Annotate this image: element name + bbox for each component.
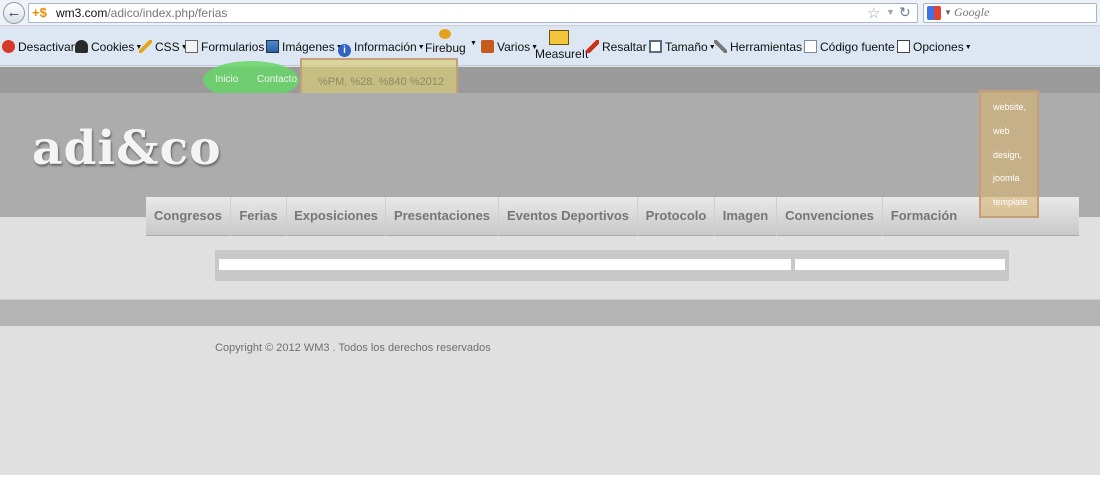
tools-icon — [714, 40, 727, 53]
site-top-bar — [0, 67, 1100, 93]
images-icon — [266, 40, 279, 53]
toolbar-resaltar[interactable]: Resaltar▼ — [586, 40, 655, 54]
tag-item: template — [993, 197, 1028, 207]
menu-item-congresos[interactable]: Congresos — [146, 197, 231, 236]
toolbar-formularios[interactable]: Formularios▼ — [185, 40, 272, 54]
toolbar-measureit[interactable]: MeasureIt — [535, 30, 588, 63]
history-dropdown-icon[interactable]: ▼ — [886, 7, 895, 17]
toolbar-tamano[interactable]: Tamaño▼ — [649, 40, 716, 54]
footer-bar — [0, 299, 1100, 326]
toolbar-imagenes[interactable]: Imágenes▼ — [266, 40, 343, 54]
css-pencil-icon — [139, 40, 152, 53]
date-text: %PM, %28. %840 %2012 — [318, 76, 444, 88]
toolbar-css[interactable]: CSS▼ — [139, 40, 188, 54]
toolbar-desactivar[interactable]: Desactivar▼ — [2, 40, 83, 54]
forms-icon — [185, 40, 198, 53]
meta-tags-annotation-box: website, web design, joomla template — [979, 90, 1039, 218]
toolbar-opciones[interactable]: Opciones▼ — [897, 40, 972, 54]
toolbar-informacion[interactable]: i Información▼ — [338, 40, 425, 57]
window-bottom-edge — [0, 475, 1100, 479]
menu-item-eventos-deportivos[interactable]: Eventos Deportivos — [499, 197, 638, 236]
toolbar-codigo-fuente[interactable]: Código fuente▼ — [804, 40, 903, 54]
tag-item: website, — [993, 102, 1027, 112]
menu-item-ferias[interactable]: Ferias — [231, 197, 287, 236]
main-menu: Congresos Ferias Exposiciones Presentaci… — [146, 197, 1079, 236]
browser-address-bar: ← +$ wm3.com/adico/index.php/ferias ☆ ▼ … — [0, 0, 1100, 26]
reload-icon[interactable]: ↻ — [899, 4, 911, 21]
site-logo[interactable]: adi&co — [32, 121, 222, 176]
sidebar-column — [795, 259, 1005, 270]
site-favicon-icon: +$ — [32, 5, 47, 20]
tag-item: joomla — [993, 173, 1020, 183]
menu-item-formacion[interactable]: Formación — [883, 197, 965, 236]
top-nav-inicio[interactable]: Inicio — [215, 74, 238, 85]
top-nav-contacto[interactable]: Contacto — [257, 74, 297, 85]
misc-icon — [481, 40, 494, 53]
url-bar[interactable]: +$ wm3.com/adico/index.php/ferias ☆ ▼ ↻ — [28, 3, 918, 23]
toolbar-cookies[interactable]: Cookies▼ — [75, 40, 142, 54]
search-input[interactable] — [954, 5, 1094, 20]
toolbar-firebug[interactable]: Firebug — [425, 29, 466, 57]
tag-item: design, — [993, 150, 1023, 160]
url-text[interactable]: wm3.com/adico/index.php/ferias — [56, 6, 227, 20]
info-icon: i — [338, 44, 351, 57]
content-area — [215, 250, 1009, 281]
search-engine-icon[interactable] — [927, 6, 941, 20]
ruler-icon — [549, 30, 569, 45]
back-button[interactable]: ← — [3, 2, 25, 24]
disable-icon — [2, 40, 15, 53]
menu-item-imagen[interactable]: Imagen — [715, 197, 777, 236]
options-icon — [897, 40, 910, 53]
web-developer-toolbar: Desactivar▼ Cookies▼ CSS▼ Formularios▼ I… — [0, 27, 1100, 66]
resize-icon — [649, 40, 662, 53]
source-icon — [804, 40, 817, 53]
menu-item-exposiciones[interactable]: Exposiciones — [287, 197, 386, 236]
highlight-icon — [586, 40, 599, 53]
toolbar-herramientas[interactable]: Herramientas▼ — [714, 40, 810, 54]
menu-item-convenciones[interactable]: Convenciones — [777, 197, 883, 236]
search-engine-dropdown-icon[interactable]: ▼ — [944, 8, 952, 17]
tag-item: web — [993, 126, 1010, 136]
menu-item-presentaciones[interactable]: Presentaciones — [386, 197, 499, 236]
copyright-text: Copyright © 2012 WM3 . Todos los derecho… — [215, 342, 491, 354]
firebug-icon — [439, 29, 451, 39]
bookmark-star-icon[interactable]: ☆ — [867, 4, 880, 22]
firebug-dropdown-icon[interactable]: ▼ — [470, 40, 477, 47]
toolbar-varios[interactable]: Varios▼ — [481, 40, 538, 54]
search-box[interactable]: ▼ — [923, 3, 1097, 23]
cookies-icon — [75, 40, 88, 53]
main-content-column — [219, 259, 791, 270]
menu-item-protocolo[interactable]: Protocolo — [638, 197, 715, 236]
